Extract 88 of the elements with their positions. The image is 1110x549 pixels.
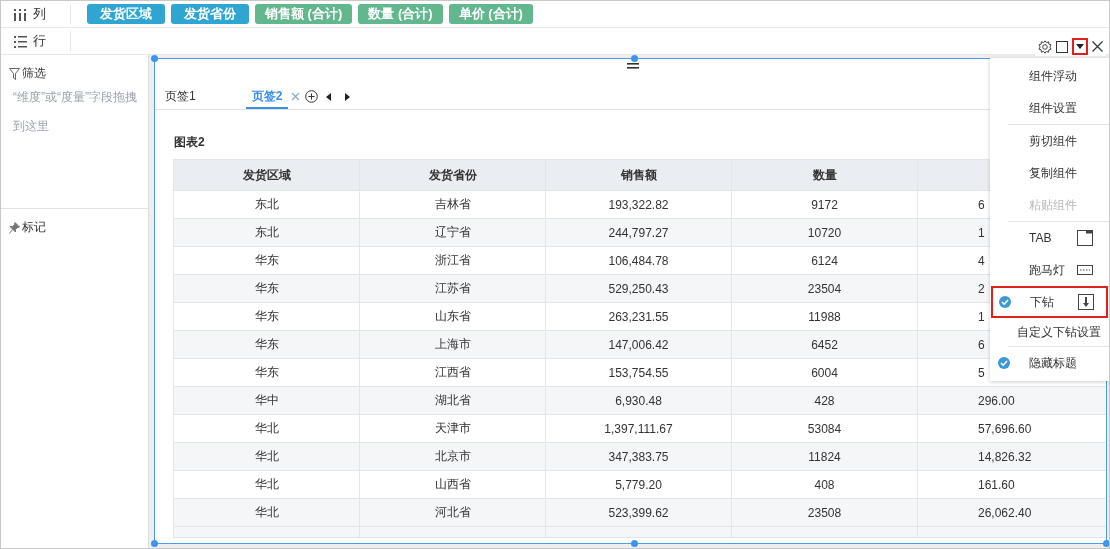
table-cell: 147,006.42 bbox=[545, 330, 732, 359]
right-arrow-icon[interactable] bbox=[344, 92, 351, 101]
table-cell: 华东 bbox=[173, 358, 360, 387]
pin-icon bbox=[9, 221, 20, 234]
menu-item[interactable]: 组件设置 bbox=[990, 92, 1109, 124]
table-cell: 华东 bbox=[173, 274, 360, 303]
dropdown-icon[interactable] bbox=[1072, 38, 1088, 55]
settings-icon[interactable] bbox=[1038, 39, 1052, 54]
table-cell: 106,484.78 bbox=[545, 246, 732, 275]
table-cell: 东北 bbox=[173, 190, 360, 219]
table-cell: 东北 bbox=[173, 218, 360, 247]
drag-handle-icon[interactable] bbox=[627, 63, 639, 69]
table-cell: 天津市 bbox=[359, 414, 546, 443]
shelf-label: 列 bbox=[33, 5, 46, 23]
table-cell: 263,231.55 bbox=[545, 302, 732, 331]
table-cell: 10720 bbox=[731, 218, 918, 247]
table-cell: 428 bbox=[731, 386, 918, 415]
download-icon bbox=[1078, 294, 1094, 310]
resize-handle[interactable] bbox=[151, 540, 158, 547]
table-cell: 江苏省 bbox=[359, 274, 546, 303]
table-cell: 26,062.40 bbox=[917, 498, 1106, 527]
table-cell: 153,754.55 bbox=[545, 358, 732, 387]
section-title: 标记 bbox=[22, 219, 46, 236]
table-cell: 529,250.43 bbox=[545, 274, 732, 303]
table-cell: 辽宁省 bbox=[359, 218, 546, 247]
table-cell: 23504 bbox=[731, 274, 918, 303]
resize-handle[interactable] bbox=[151, 55, 158, 62]
shelf-label: 行 bbox=[33, 32, 46, 50]
table-cell: 6004 bbox=[731, 358, 918, 387]
table-cell: 华东 bbox=[173, 330, 360, 359]
table-cell: 华北 bbox=[173, 470, 360, 499]
table-cell: 296.00 bbox=[917, 386, 1106, 415]
table-cell: 北京市 bbox=[359, 442, 546, 471]
section-title: 筛选 bbox=[22, 65, 46, 82]
table-cell: 193,322.82 bbox=[545, 190, 732, 219]
table-cell: 6452 bbox=[731, 330, 918, 359]
table-cell: 山东省 bbox=[359, 302, 546, 331]
table-cell: 湖北省 bbox=[359, 386, 546, 415]
filter-icon bbox=[9, 67, 20, 80]
maximize-icon[interactable] bbox=[1056, 40, 1068, 53]
table-cell: 53084 bbox=[731, 414, 918, 443]
table-cell: 山西省 bbox=[359, 470, 546, 499]
table-cell: 244,797.27 bbox=[545, 218, 732, 247]
table-cell: 9172 bbox=[731, 190, 918, 219]
table-cell: 浙江省 bbox=[359, 246, 546, 275]
table-cell: 408 bbox=[731, 470, 918, 499]
table-cell: 吉林省 bbox=[359, 190, 546, 219]
table-cell: 华中 bbox=[173, 386, 360, 415]
chart-title: 图表2 bbox=[174, 134, 205, 151]
column-header: 发货省份 bbox=[359, 159, 546, 191]
table-cell: 华东 bbox=[173, 246, 360, 275]
tab[interactable]: 页签1 bbox=[161, 84, 200, 109]
tab-icon bbox=[1077, 230, 1093, 246]
resize-handle[interactable] bbox=[630, 55, 638, 62]
table-cell: 华北 bbox=[173, 442, 360, 471]
menu-item[interactable]: 剪切组件 bbox=[990, 125, 1109, 157]
table-cell: 1,397,111.67 bbox=[545, 414, 732, 443]
table-cell: 华东 bbox=[173, 302, 360, 331]
table-cell: 14,826.32 bbox=[917, 442, 1106, 471]
marquee-icon bbox=[1077, 262, 1093, 278]
menu-item[interactable]: 下钻 bbox=[991, 286, 1108, 318]
table-cell: 11824 bbox=[731, 442, 918, 471]
resize-handle[interactable] bbox=[630, 540, 638, 547]
table-cell: 347,383.75 bbox=[545, 442, 732, 471]
table-cell: 6124 bbox=[731, 246, 918, 275]
table-cell: 河北省 bbox=[359, 498, 546, 527]
table-cell: 5,779.20 bbox=[545, 470, 732, 499]
drop-hint: “维度”或“度量”字段拖拽到这里 bbox=[12, 89, 138, 135]
column-header: 数量 bbox=[731, 159, 918, 191]
close-icon[interactable] bbox=[1092, 41, 1103, 52]
menu-item[interactable]: 复制组件 bbox=[990, 157, 1109, 189]
table-cell: 上海市 bbox=[359, 330, 546, 359]
column-header: 发货区域 bbox=[173, 159, 360, 191]
table-cell: 523,399.62 bbox=[545, 498, 732, 527]
table-cell: 江西省 bbox=[359, 358, 546, 387]
add-icon[interactable] bbox=[305, 90, 319, 103]
table-cell: 6,930.48 bbox=[545, 386, 732, 415]
column-header: 销售额 bbox=[545, 159, 732, 191]
table-cell: 23508 bbox=[731, 498, 918, 527]
menu-item[interactable]: 组件浮动 bbox=[990, 60, 1109, 92]
left-arrow-icon[interactable] bbox=[326, 92, 333, 101]
table-cell: 11988 bbox=[731, 302, 918, 331]
menu-item[interactable]: 跑马灯 bbox=[990, 254, 1109, 286]
table-cell: 华北 bbox=[173, 414, 360, 443]
table-cell: 华北 bbox=[173, 498, 360, 527]
resize-handle[interactable] bbox=[1103, 540, 1109, 547]
check-icon[interactable] bbox=[999, 296, 1011, 308]
check-icon[interactable] bbox=[998, 357, 1010, 369]
